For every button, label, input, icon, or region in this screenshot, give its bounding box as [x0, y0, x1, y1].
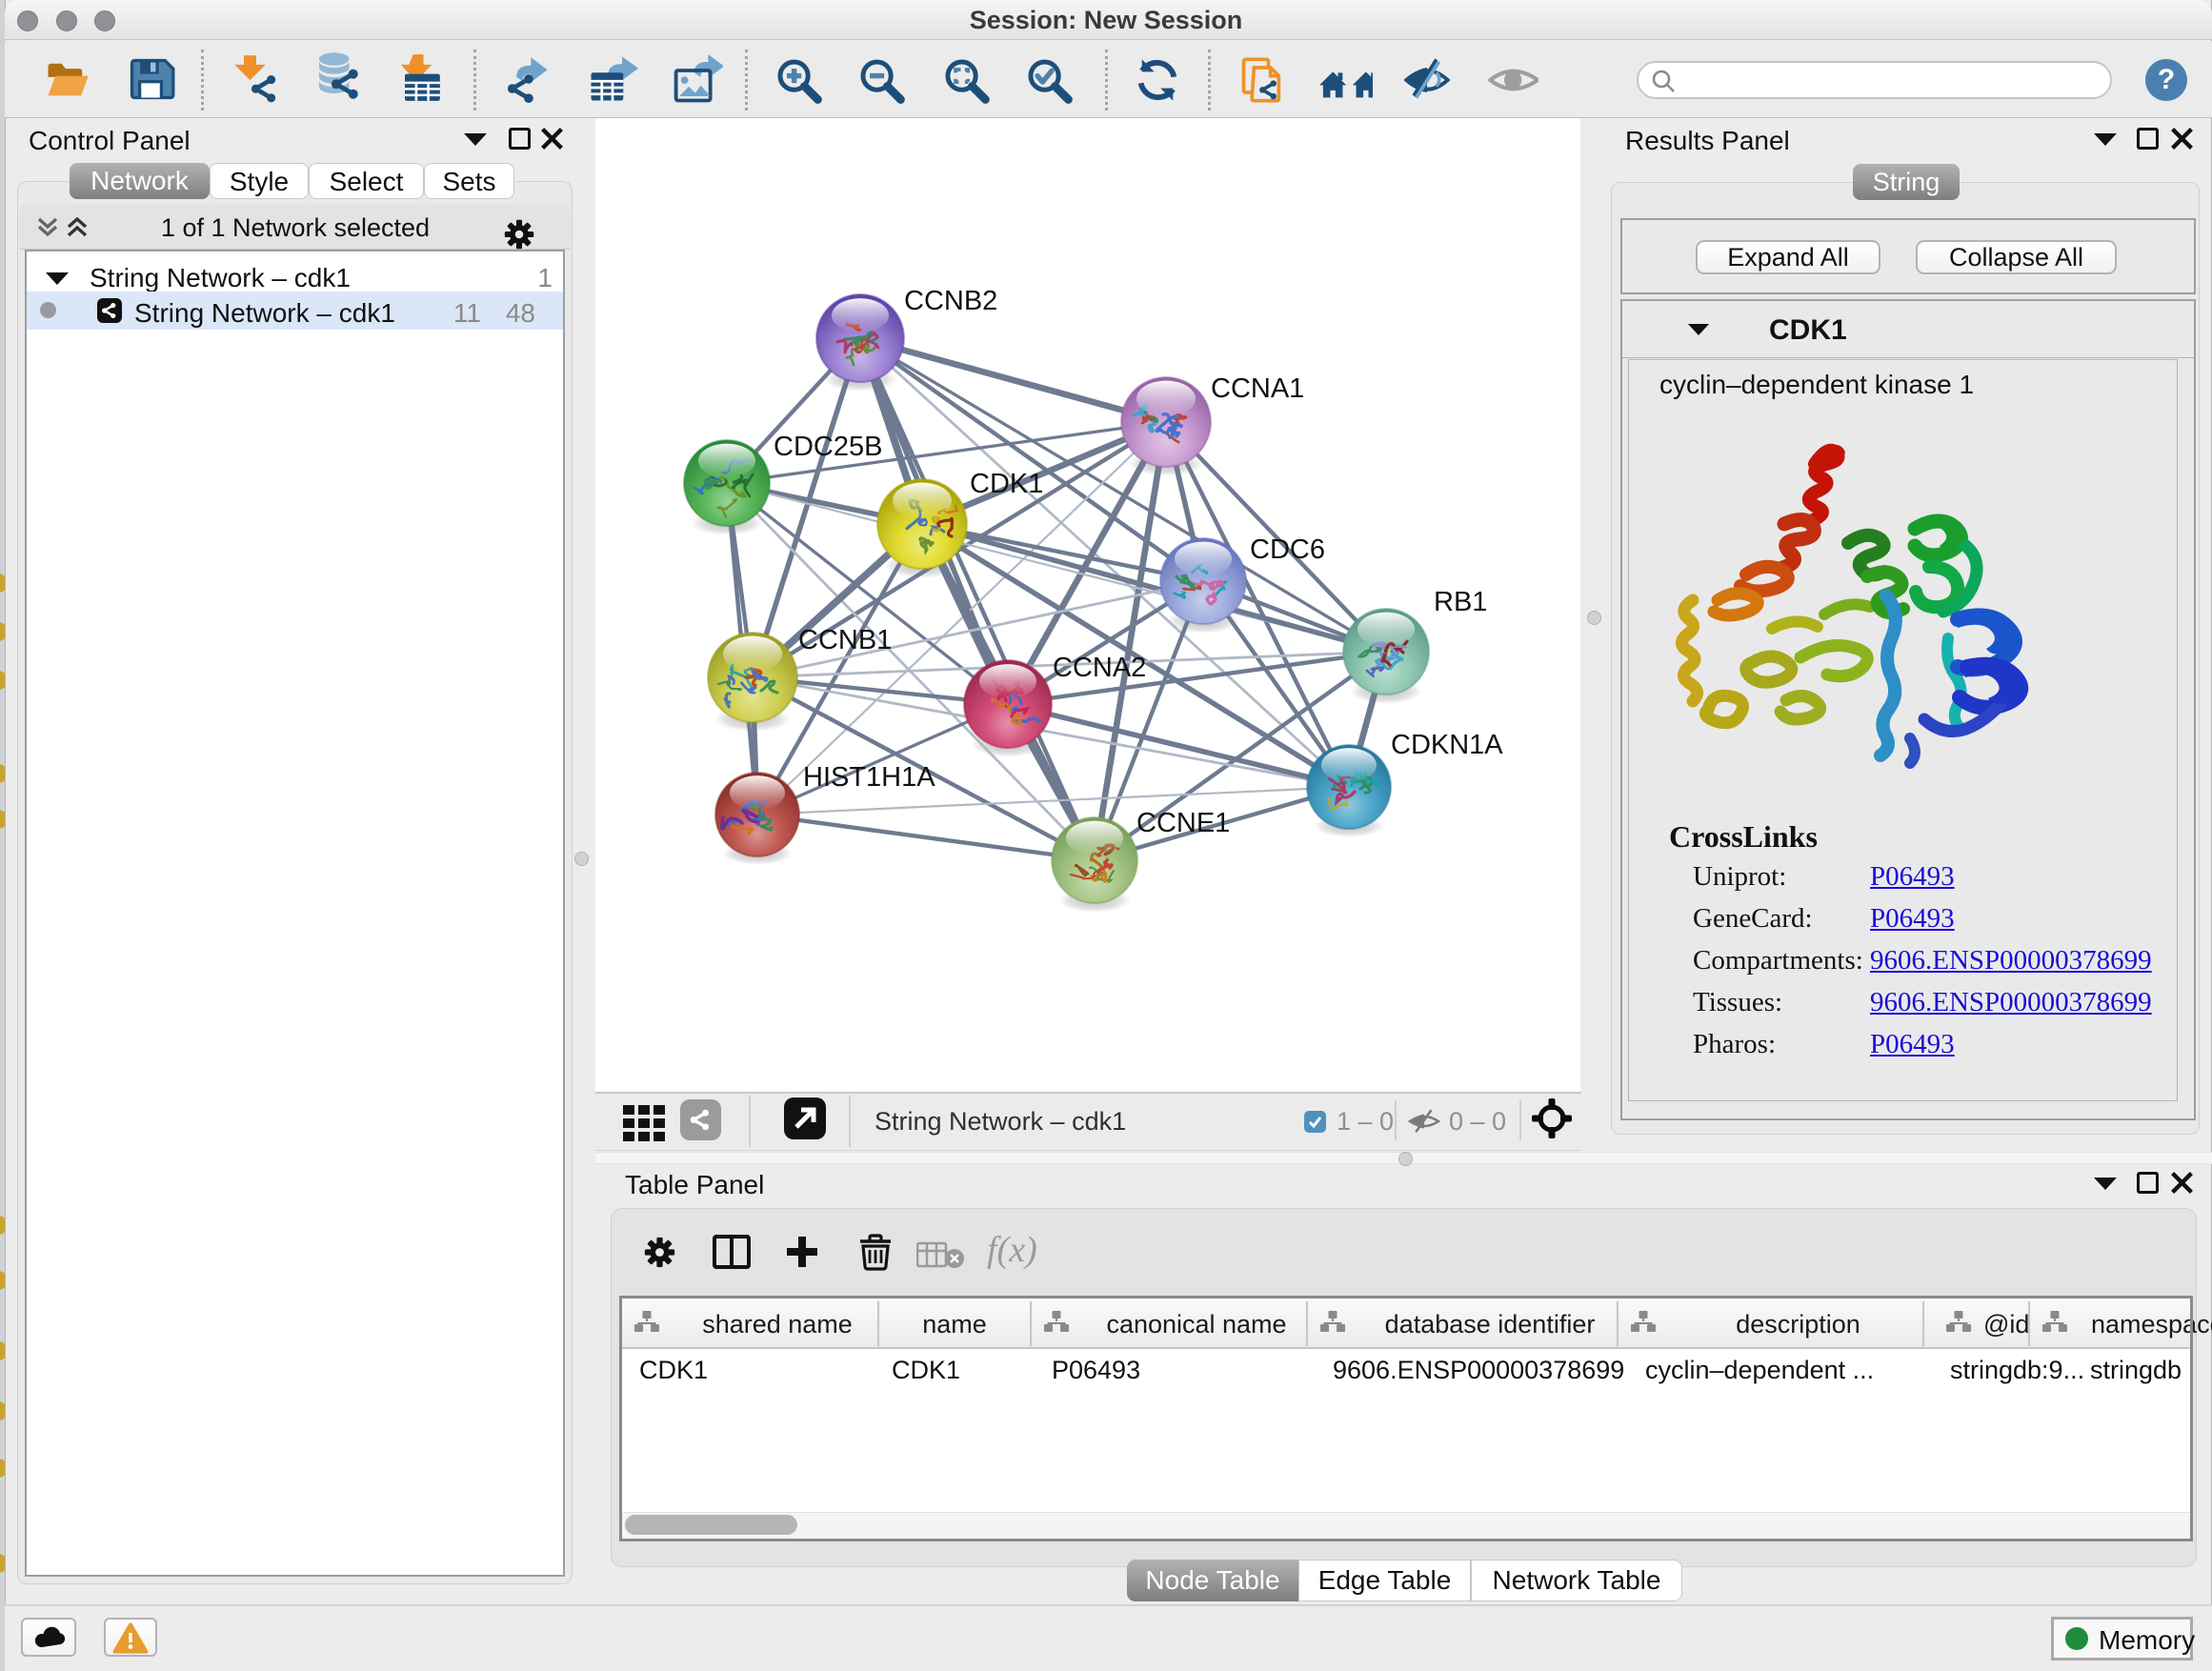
- svg-text:CCNB2: CCNB2: [904, 286, 997, 316]
- svg-text:CCNA2: CCNA2: [1053, 653, 1146, 683]
- svg-text:RB1: RB1: [1434, 587, 1487, 617]
- svg-text:CCNA1: CCNA1: [1211, 373, 1304, 404]
- svg-text:CCNB1: CCNB1: [798, 625, 892, 655]
- svg-text:CCNE1: CCNE1: [1136, 808, 1230, 838]
- svg-text:CDKN1A: CDKN1A: [1391, 730, 1503, 760]
- svg-text:HIST1H1A: HIST1H1A: [803, 762, 935, 793]
- svg-text:CDC25B: CDC25B: [774, 432, 882, 462]
- svg-text:CDC6: CDC6: [1250, 534, 1325, 565]
- svg-text:CDK1: CDK1: [970, 469, 1043, 499]
